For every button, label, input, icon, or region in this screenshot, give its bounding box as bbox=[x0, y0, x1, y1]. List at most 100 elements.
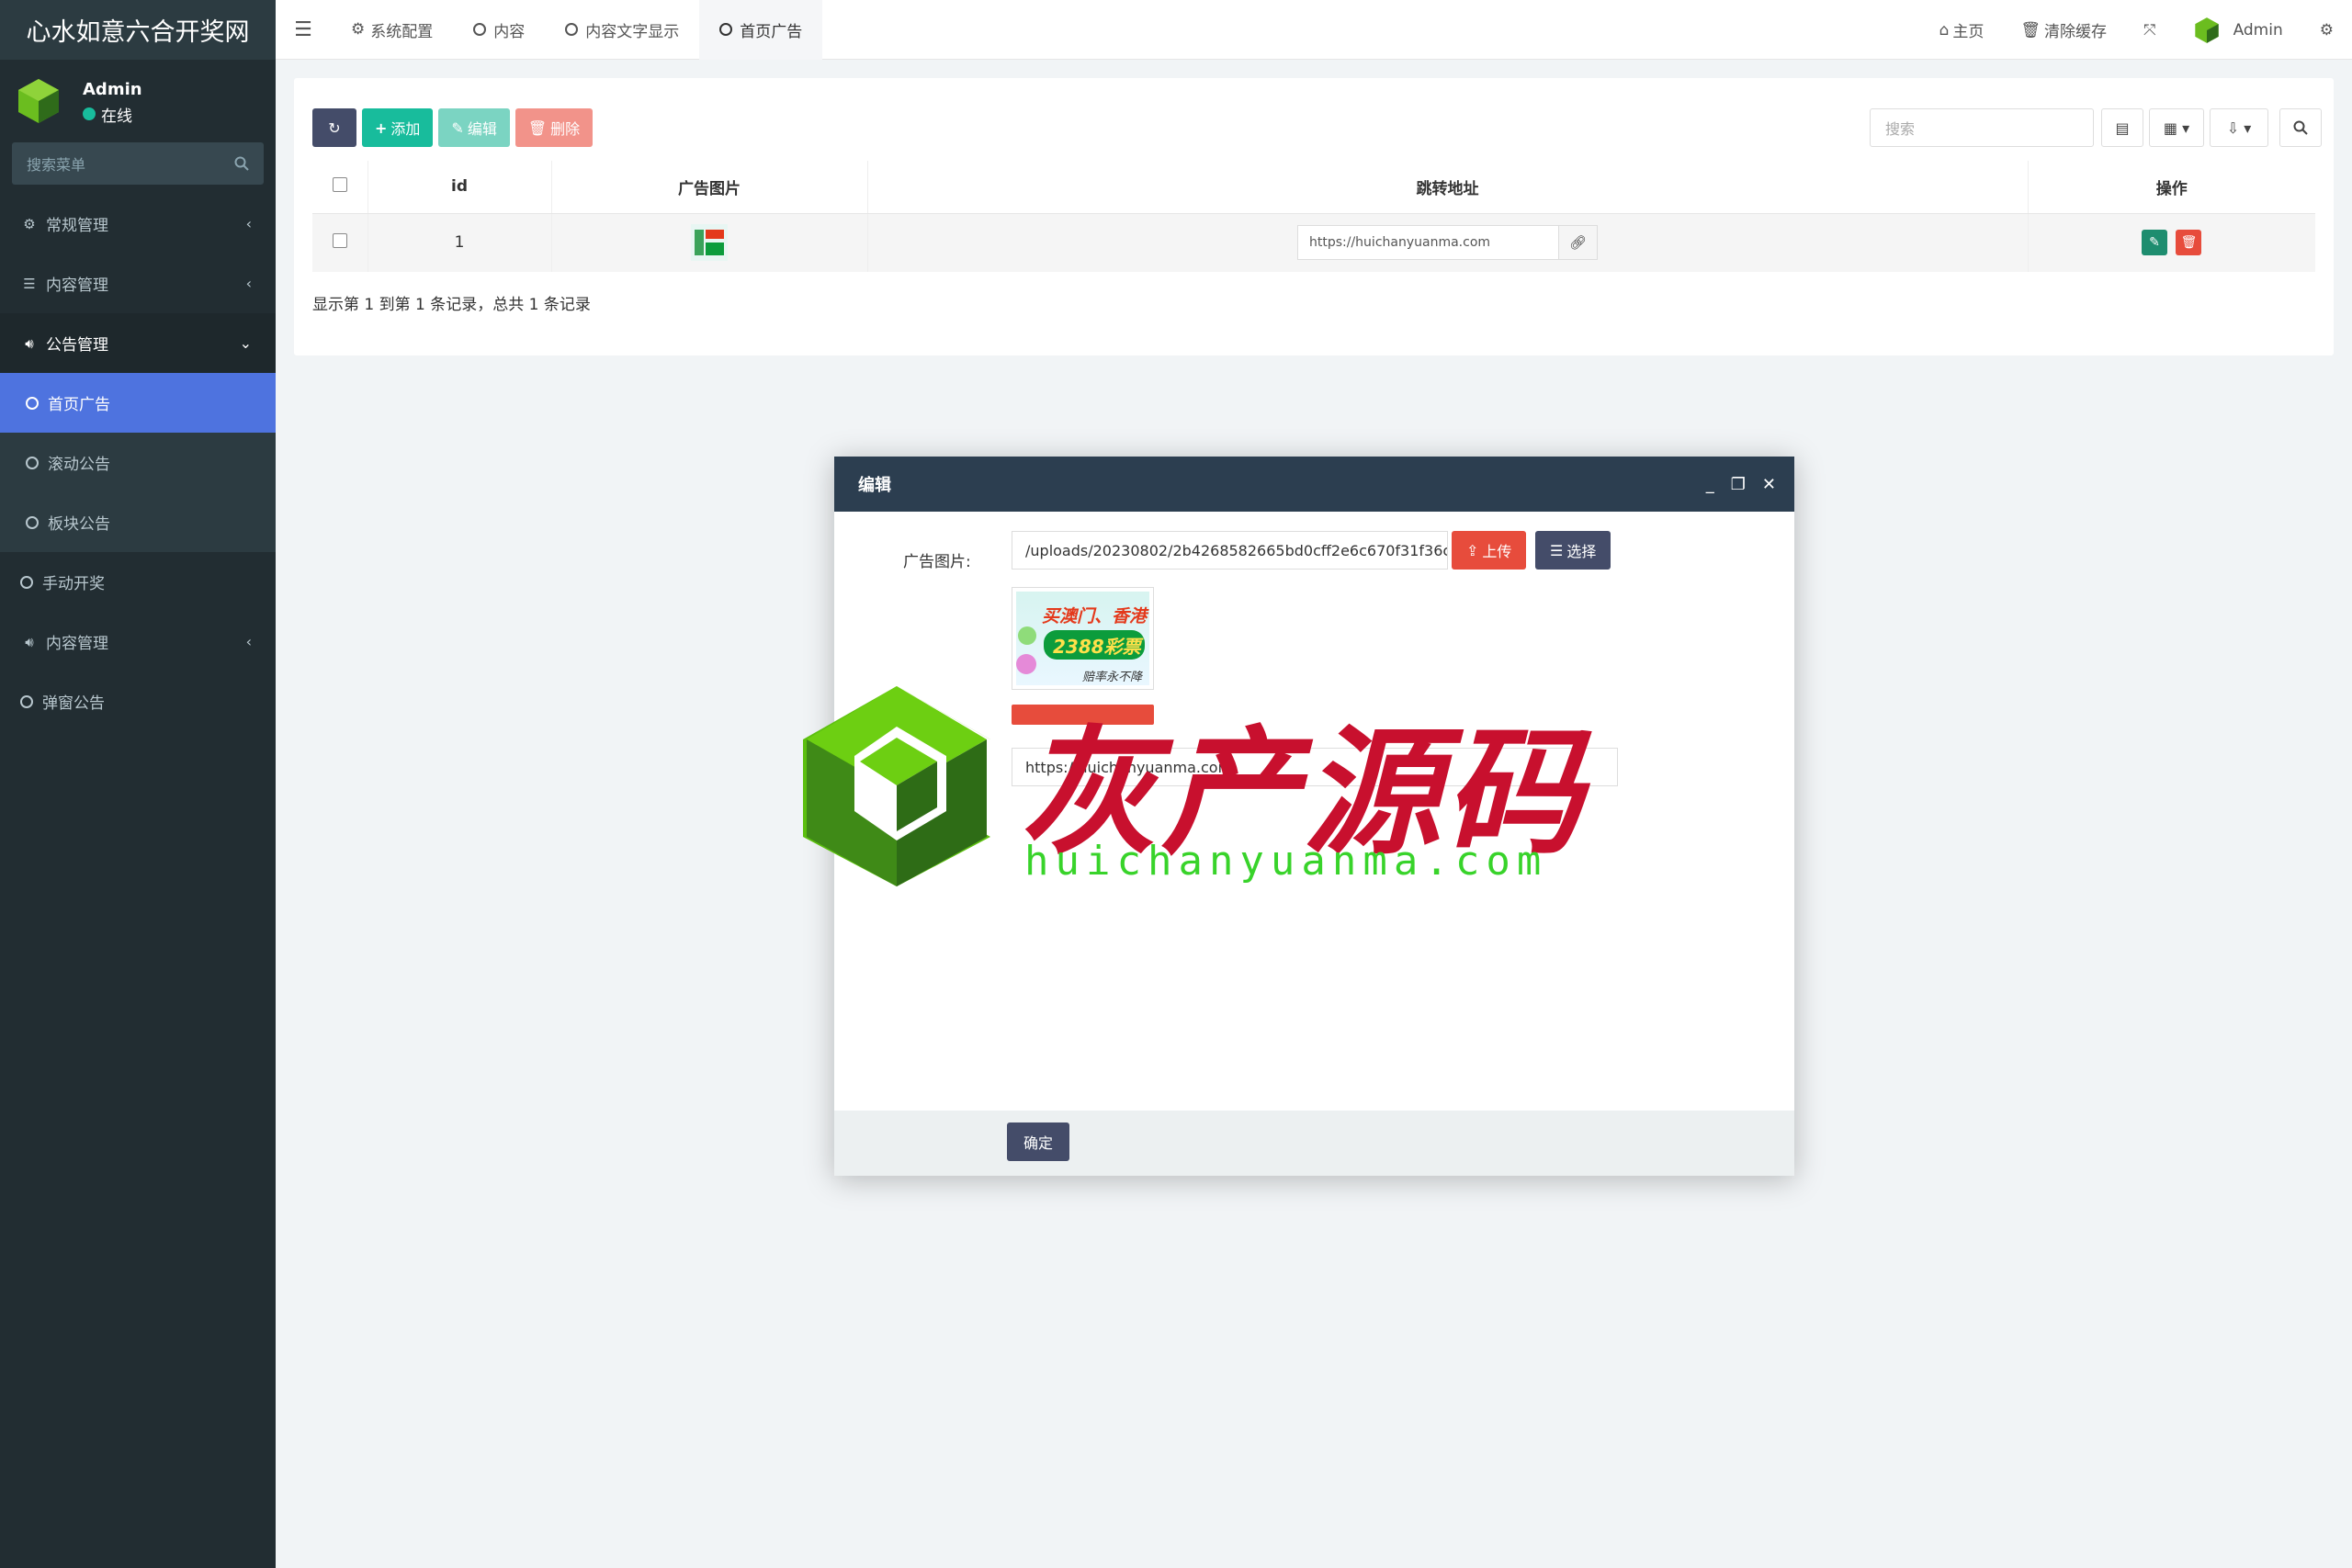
tab-home-ads[interactable]: 首页广告 bbox=[699, 0, 823, 60]
export-button[interactable]: ⇩ ▾ bbox=[2210, 108, 2268, 147]
toggle-view-button[interactable]: ▤ bbox=[2101, 108, 2143, 147]
pagination-info: 显示第 1 到第 1 条记录，总共 1 条记录 bbox=[312, 296, 591, 314]
sidebar-item-content-2[interactable]: 🔊︎ 内容管理 ‹ bbox=[0, 612, 276, 671]
ok-button[interactable]: 确定 bbox=[1007, 1122, 1070, 1161]
circle-icon bbox=[719, 23, 733, 36]
sidebar-search-placeholder: 搜索菜单 bbox=[27, 156, 86, 174]
sidebar-item-scroll-notice[interactable]: 滚动公告 bbox=[0, 433, 276, 492]
circle-icon bbox=[20, 694, 33, 708]
table-search-input[interactable]: 搜索 bbox=[1870, 108, 2094, 147]
cogs-icon[interactable]: ⚙ bbox=[2301, 21, 2352, 39]
sidebar-item-announcements[interactable]: 🔊︎ 公告管理 ⌄ bbox=[0, 313, 276, 373]
user-panel: Admin 在线 bbox=[0, 60, 276, 142]
table-tools: ▤ ▦ ▾ ⇩ ▾ bbox=[2101, 108, 2322, 147]
tab-content[interactable]: 内容 bbox=[453, 0, 545, 60]
edit-button[interactable]: ✎ 编辑 bbox=[438, 108, 510, 147]
row-select-cell bbox=[312, 213, 368, 272]
col-url[interactable]: 跳转地址 bbox=[866, 161, 2028, 214]
user-status-label: 在线 bbox=[101, 107, 132, 126]
modal-header: 编辑 _ ❐ ✕ bbox=[834, 457, 1794, 512]
col-actions: 操作 bbox=[2027, 161, 2315, 214]
circle-icon bbox=[20, 575, 33, 589]
col-id[interactable]: id bbox=[367, 161, 551, 214]
select-all-checkbox[interactable] bbox=[332, 176, 347, 192]
circle-icon bbox=[473, 23, 487, 36]
sidebar-item-label: 内容管理 bbox=[46, 635, 108, 653]
preview-text-1: 买澳门、香港 bbox=[1042, 606, 1148, 626]
chevron-left-icon: ‹ bbox=[245, 275, 252, 292]
grid-icon: ▦ ▾ bbox=[2163, 118, 2190, 137]
select-all-cell bbox=[312, 161, 368, 214]
upload-button[interactable]: ⇪ 上传 bbox=[1452, 531, 1527, 570]
row-id: 1 bbox=[367, 213, 551, 272]
chevron-left-icon: ‹ bbox=[245, 215, 252, 232]
delete-button[interactable]: 🗑︎ 删除 bbox=[514, 108, 594, 147]
close-icon[interactable]: ✕ bbox=[1762, 475, 1776, 494]
modal-controls: _ ❐ ✕ bbox=[1706, 457, 1776, 512]
choose-button[interactable]: ☰ 选择 bbox=[1535, 531, 1611, 570]
search-icon[interactable] bbox=[234, 156, 249, 171]
sidebar-item-block-notice[interactable]: 板块公告 bbox=[0, 492, 276, 552]
clear-cache-label: 清除缓存 bbox=[2043, 23, 2107, 41]
upload-label: 上传 bbox=[1482, 543, 1512, 560]
row-checkbox[interactable] bbox=[332, 232, 347, 248]
image-path-input[interactable]: /uploads/20230802/2b4268582665bd0cff2e6c… bbox=[1012, 531, 1448, 570]
refresh-button[interactable]: ↻ bbox=[312, 108, 356, 147]
row-delete-button[interactable]: 🗑︎ bbox=[2176, 230, 2202, 256]
tab-label: 首页广告 bbox=[740, 22, 803, 41]
circle-icon bbox=[26, 456, 39, 469]
choose-label: 选择 bbox=[1566, 543, 1597, 560]
top-header: ☰ ⚙ 系统配置 内容 内容文字显示 首页广告 ⌂ 主页 🗑︎ 清除缓存 ⤧ A… bbox=[276, 0, 2352, 60]
row-edit-button[interactable]: ✎ bbox=[2142, 230, 2168, 256]
sidebar-search-input[interactable]: 搜索菜单 bbox=[12, 142, 264, 185]
add-label: 添加 bbox=[390, 120, 421, 138]
sidebar-item-home-ads[interactable]: 首页广告 bbox=[0, 373, 276, 433]
home-label: 主页 bbox=[1952, 23, 1984, 41]
table-row: 1 https://huichanyuanma.com 🔗︎ ✎ 🗑︎ bbox=[312, 213, 2315, 272]
user-status: 在线 bbox=[83, 103, 142, 126]
search-icon bbox=[2293, 120, 2308, 135]
row-url-cell: https://huichanyuanma.com 🔗︎ bbox=[866, 213, 2028, 272]
watermark-logo bbox=[803, 686, 990, 886]
sidebar-item-label: 板块公告 bbox=[48, 515, 110, 534]
refresh-icon: ↻ bbox=[328, 118, 341, 137]
ad-thumbnail[interactable] bbox=[691, 224, 728, 262]
sidebar-item-label: 滚动公告 bbox=[48, 456, 110, 474]
app-title[interactable]: 心水如意六合开奖网 bbox=[0, 0, 276, 60]
col-image[interactable]: 广告图片 bbox=[550, 161, 867, 214]
toolbar: ↻ + 添加 ✎ 编辑 🗑︎ 删除 bbox=[312, 108, 594, 147]
columns-button[interactable]: ▦ ▾ bbox=[2149, 108, 2204, 147]
minimize-icon[interactable]: _ bbox=[1706, 475, 1714, 494]
avatar bbox=[18, 79, 59, 123]
sidebar-item-manual-draw[interactable]: 手动开奖 bbox=[0, 552, 276, 612]
gear-icon: ⚙ bbox=[351, 20, 366, 39]
tab-content-text[interactable]: 内容文字显示 bbox=[545, 0, 699, 60]
url-input[interactable]: https://huichanyuanma.com bbox=[1297, 225, 1559, 261]
modal-title: 编辑 bbox=[858, 476, 891, 495]
sidebar-item-general[interactable]: ⚙ 常规管理 ‹ bbox=[0, 194, 276, 254]
circle-icon bbox=[26, 396, 39, 410]
url-group: https://huichanyuanma.com 🔗︎ bbox=[1297, 225, 1598, 261]
data-table: id 广告图片 跳转地址 操作 1 https://huichanyuanma.… bbox=[312, 161, 2315, 272]
admin-menu[interactable]: Admin bbox=[2175, 17, 2301, 44]
sidebar-item-label: 内容管理 bbox=[46, 276, 108, 295]
sidebar-item-content[interactable]: ☰ 内容管理 ‹ bbox=[0, 254, 276, 313]
table-header-row: id 广告图片 跳转地址 操作 bbox=[312, 161, 2315, 214]
cogs-icon: ⚙ bbox=[23, 215, 36, 232]
online-dot-icon bbox=[83, 107, 96, 120]
clear-cache-button[interactable]: 🗑︎ 清除缓存 bbox=[2002, 18, 2125, 42]
fullscreen-icon[interactable]: ⤧ bbox=[2125, 21, 2175, 39]
image-preview[interactable]: 买澳门、香港 2388彩票 赔率永不降 bbox=[1012, 587, 1154, 690]
hamburger-icon[interactable]: ☰ bbox=[276, 18, 331, 41]
link-icon[interactable]: 🔗︎ bbox=[1559, 225, 1598, 261]
search-button[interactable] bbox=[2279, 108, 2322, 147]
row-actions-cell: ✎ 🗑︎ bbox=[2027, 213, 2315, 272]
tab-system-config[interactable]: ⚙ 系统配置 bbox=[331, 0, 453, 60]
home-link[interactable]: ⌂ 主页 bbox=[1921, 18, 2003, 42]
modal-footer: 确定 bbox=[834, 1111, 1794, 1176]
sidebar-item-popup-notice[interactable]: 弹窗公告 bbox=[0, 671, 276, 731]
add-button[interactable]: + 添加 bbox=[362, 108, 434, 147]
maximize-icon[interactable]: ❐ bbox=[1731, 475, 1746, 494]
circle-icon bbox=[26, 515, 39, 529]
list-icon: ☰ bbox=[1550, 541, 1564, 559]
